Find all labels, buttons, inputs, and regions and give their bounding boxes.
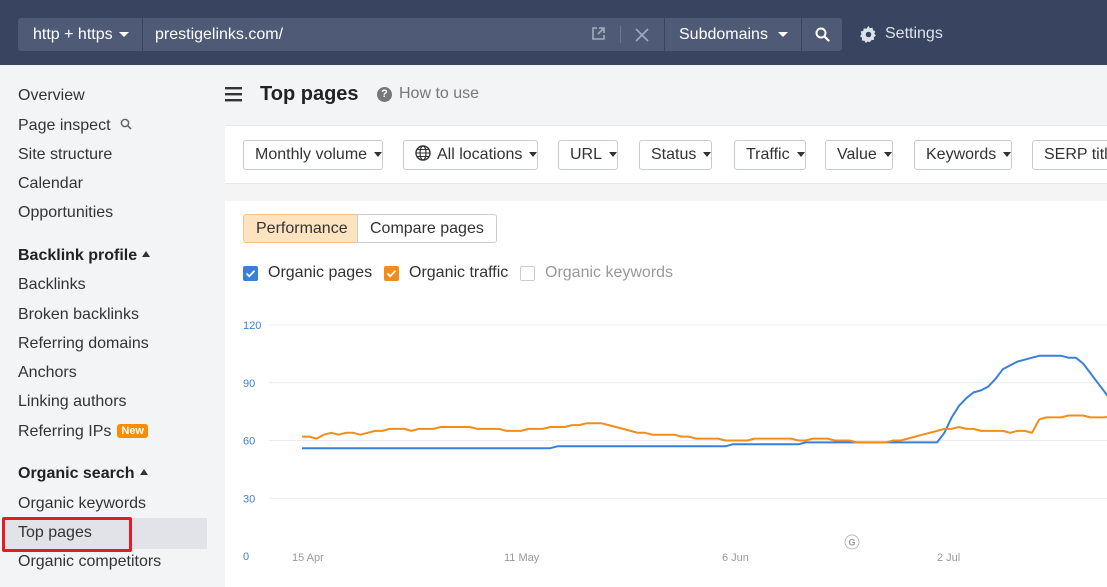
page-header: Top pages ? How to use	[225, 65, 1107, 125]
y-tick-label: 0	[243, 551, 249, 563]
sidebar-item-label: Organic competitors	[18, 553, 162, 570]
external-link-icon[interactable]	[591, 18, 606, 51]
filter-all-locations[interactable]: All locations	[403, 140, 539, 170]
filter-label: Keywords	[926, 146, 997, 163]
sidebar-item-label: Site structure	[18, 146, 113, 163]
new-badge: New	[117, 424, 148, 438]
sidebar-item-organic-keywords[interactable]: Organic keywords	[18, 495, 146, 513]
filter-label: Monthly volume	[255, 146, 368, 163]
filter-value[interactable]: Value	[825, 140, 893, 170]
sidebar-item-opportunities[interactable]: Opportunities	[18, 204, 113, 222]
sidebar-item-top-pages[interactable]: Top pages	[18, 524, 92, 542]
filter-label: URL	[570, 146, 603, 163]
x-tick-label: 2 Jul	[937, 552, 960, 564]
chevron-up-icon	[139, 469, 148, 475]
top-bar: http + https prestigelinks.com/ Subdomai…	[0, 0, 1107, 65]
sidebar-item-linking-authors[interactable]: Linking authors	[18, 393, 127, 411]
sidebar-item-site-structure[interactable]: Site structure	[18, 146, 112, 164]
sidebar-item-page-inspect[interactable]: Page inspect	[18, 117, 132, 135]
performance-panel: Performance Compare pages Organic pages …	[225, 201, 1107, 587]
mode-dropdown[interactable]: Subdomains	[665, 18, 801, 51]
sidebar-item-label: Referring IPs	[18, 423, 112, 440]
filter-label: Value	[837, 146, 877, 163]
sidebar: Overview Page inspect Site structure Cal…	[0, 65, 225, 587]
page-title: Top pages	[260, 83, 359, 105]
filter-url[interactable]: URL	[558, 140, 619, 170]
chevron-down-icon	[778, 32, 788, 37]
filter-serp-title[interactable]: SERP titl	[1032, 140, 1107, 170]
sidebar-item-label: Top pages	[18, 524, 92, 541]
how-to-use-label: How to use	[399, 85, 480, 102]
search-icon	[120, 118, 132, 130]
search-icon	[815, 27, 830, 42]
chevron-down-icon	[1003, 152, 1012, 157]
chevron-down-icon	[609, 152, 618, 157]
filter-traffic[interactable]: Traffic	[734, 140, 806, 170]
sidebar-section-backlink-profile[interactable]: Backlink profile	[18, 247, 151, 265]
sidebar-item-broken-backlinks[interactable]: Broken backlinks	[18, 306, 139, 324]
sidebar-item-label: Calendar	[18, 175, 83, 192]
sidebar-section-label: Backlink profile	[18, 247, 138, 264]
chevron-down-icon	[703, 152, 712, 157]
x-tick-label: 15 Apr	[292, 552, 324, 564]
divider	[620, 26, 621, 43]
sidebar-item-label: Referring domains	[18, 335, 149, 352]
filter-status[interactable]: Status	[639, 140, 713, 170]
y-tick-label: 30	[243, 493, 255, 505]
y-tick-label: 90	[243, 378, 255, 390]
sidebar-item-label: Anchors	[18, 364, 77, 381]
menu-icon[interactable]	[225, 87, 243, 107]
sidebar-item-label: Linking authors	[18, 393, 127, 410]
sidebar-section-label: Organic search	[18, 465, 135, 482]
chevron-down-icon	[529, 152, 538, 157]
y-tick-label: 120	[243, 320, 261, 332]
sidebar-item-label: Backlinks	[18, 276, 86, 293]
filter-label: All locations	[437, 146, 523, 163]
sidebar-item-anchors[interactable]: Anchors	[18, 364, 77, 382]
sidebar-item-overview[interactable]: Overview	[18, 87, 85, 105]
sidebar-item-referring-ips[interactable]: Referring IPs New	[18, 423, 148, 441]
sidebar-item-referring-domains[interactable]: Referring domains	[18, 335, 149, 353]
y-tick-label: 60	[243, 436, 255, 448]
chevron-down-icon	[796, 152, 805, 157]
protocol-dropdown[interactable]: http + https	[18, 18, 142, 51]
sidebar-item-calendar[interactable]: Calendar	[18, 175, 83, 193]
filter-bar: Monthly volume All locations URL Status …	[225, 125, 1107, 184]
chevron-down-icon	[119, 32, 129, 37]
protocol-label: http + https	[33, 26, 113, 43]
series-organic-pages-line	[302, 354, 1107, 450]
sidebar-item-label: Organic keywords	[18, 495, 147, 512]
sidebar-item-label: Broken backlinks	[18, 306, 139, 323]
sidebar-item-label: Opportunities	[18, 204, 114, 221]
filter-label: Traffic	[746, 146, 790, 163]
how-to-use-link[interactable]: ? How to use	[377, 85, 479, 103]
x-tick-label: 11 May	[504, 552, 540, 564]
chevron-down-icon	[883, 152, 892, 157]
sidebar-item-organic-competitors[interactable]: Organic competitors	[18, 553, 161, 571]
filter-monthly-volume[interactable]: Monthly volume	[243, 140, 384, 170]
settings-label: Settings	[885, 25, 943, 42]
chevron-down-icon	[374, 152, 383, 157]
sidebar-item-label: Overview	[18, 87, 85, 104]
mode-label: Subdomains	[679, 26, 768, 43]
help-icon: ?	[377, 87, 392, 102]
series-organic-traffic-line	[302, 414, 1107, 444]
annotation-label: G	[848, 538, 855, 548]
gear-icon	[860, 26, 876, 43]
filter-label: SERP titl	[1044, 146, 1107, 163]
performance-chart: 0 30 60 90 120 15 Apr 11 May 6 Jun 2 Jul G	[243, 320, 1107, 564]
chevron-up-icon	[142, 251, 151, 257]
url-value: prestigelinks.com/	[155, 26, 284, 43]
filter-label: Status	[651, 146, 697, 163]
globe-icon	[415, 145, 431, 161]
filter-keywords[interactable]: Keywords	[914, 140, 1013, 170]
sidebar-section-organic-search[interactable]: Organic search	[18, 465, 148, 483]
sidebar-item-label: Page inspect	[18, 117, 111, 134]
x-tick-label: 6 Jun	[722, 552, 749, 564]
url-input[interactable]: prestigelinks.com/	[142, 18, 664, 51]
search-button[interactable]	[802, 18, 842, 51]
sidebar-item-backlinks[interactable]: Backlinks	[18, 276, 86, 294]
close-icon[interactable]	[635, 18, 649, 51]
